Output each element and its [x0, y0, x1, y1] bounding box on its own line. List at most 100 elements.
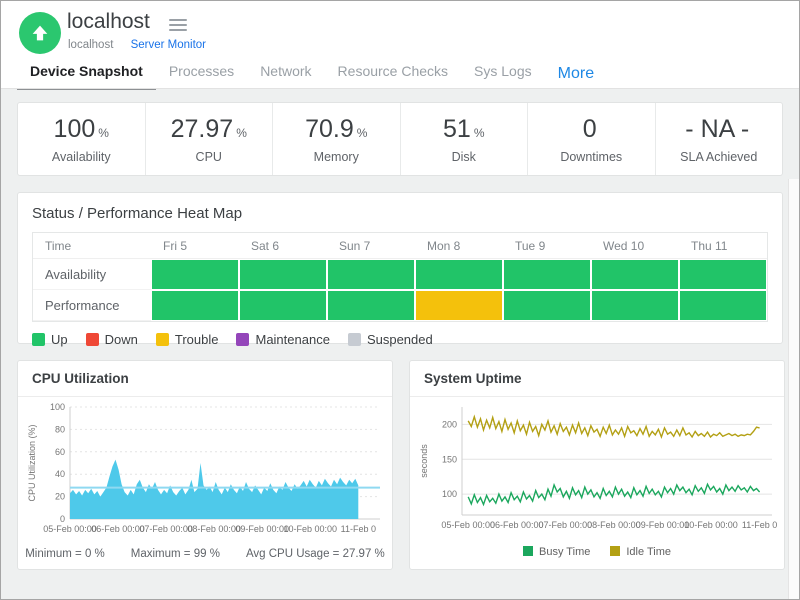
svg-text:60: 60: [55, 447, 65, 457]
svg-text:10-Feb 00:00: 10-Feb 00:00: [684, 520, 738, 530]
system-uptime-card: System Uptime 100 150 200 05-Feb 00:0006-Fe…: [409, 360, 785, 570]
heatmap-cell[interactable]: [503, 290, 591, 321]
heatmap-cell[interactable]: [239, 259, 327, 290]
tab-more[interactable]: More: [545, 59, 607, 93]
svg-text:150: 150: [442, 454, 457, 464]
svg-text:200: 200: [442, 419, 457, 429]
stat-value: 51: [443, 115, 471, 143]
legend-swatch-trouble: [156, 333, 169, 346]
svg-text:10-Feb 00:00: 10-Feb 00:00: [283, 524, 337, 534]
stat-memory: 70.9% Memory: [273, 103, 401, 175]
heatmap-col-header: Time: [33, 233, 151, 259]
breadcrumb: localhost Server Monitor: [68, 39, 206, 51]
heatmap-cell[interactable]: [151, 290, 239, 321]
heatmap-card: Status / Performance Heat Map Time Fri 5…: [17, 192, 783, 344]
heatmap-cell[interactable]: [239, 290, 327, 321]
page-title: localhost: [67, 10, 150, 34]
heatmap-cell[interactable]: [327, 259, 415, 290]
stat-label: Availability: [52, 150, 111, 164]
cpu-min-stat: Minimum = 0 %: [25, 548, 105, 560]
tab-bar: Device Snapshot Processes Network Resour…: [17, 59, 607, 93]
cpu-utilization-card: CPU Utilization 02040608010005-Feb 00:00…: [17, 360, 393, 570]
stat-downtimes: 0 Downtimes: [528, 103, 656, 175]
heatmap-cell[interactable]: [503, 259, 591, 290]
svg-text:100: 100: [50, 402, 65, 412]
stat-value: 70.9: [305, 115, 354, 143]
tab-resource-checks[interactable]: Resource Checks: [325, 59, 462, 89]
summary-stats-card: 100% Availability 27.97% CPU 70.9% Memor…: [17, 102, 783, 176]
stat-value: 27.97: [171, 115, 234, 143]
svg-text:0: 0: [60, 514, 65, 524]
legend-swatch-down: [86, 333, 99, 346]
legend-item-idle-time: Idle Time: [610, 546, 671, 558]
tab-processes[interactable]: Processes: [156, 59, 247, 89]
stat-availability: 100% Availability: [18, 103, 146, 175]
svg-text:20: 20: [55, 492, 65, 502]
vertical-scrollbar[interactable]: [788, 179, 799, 599]
legend-label: Up: [51, 332, 68, 347]
heatmap-cell[interactable]: [591, 290, 679, 321]
heatmap-cell[interactable]: [679, 290, 767, 321]
heatmap-title: Status / Performance Heat Map: [32, 205, 768, 222]
tab-network[interactable]: Network: [247, 59, 324, 89]
svg-text:11-Feb 0: 11-Feb 0: [341, 524, 376, 534]
svg-text:08-Feb 00:00: 08-Feb 00:00: [587, 520, 641, 530]
hamburger-menu-icon[interactable]: [169, 16, 187, 34]
stat-unit: %: [474, 126, 485, 140]
stat-sla: - NA - SLA Achieved: [656, 103, 783, 175]
legend-swatch-idle: [610, 546, 620, 556]
legend-item-down: Down: [86, 332, 138, 347]
stat-unit: %: [98, 126, 109, 140]
tab-device-snapshot[interactable]: Device Snapshot: [17, 59, 156, 92]
svg-text:07-Feb 00:00: 07-Feb 00:00: [539, 520, 593, 530]
legend-item-suspended: Suspended: [348, 332, 433, 347]
heatmap-table: Time Fri 5 Sat 6 Sun 7 Mon 8 Tue 9 Wed 1…: [32, 232, 768, 322]
legend-swatch-maintenance: [236, 333, 249, 346]
stat-disk: 51% Disk: [401, 103, 529, 175]
heatmap-cell[interactable]: [415, 290, 503, 321]
header: localhost localhost Server Monitor Devic…: [1, 1, 799, 89]
legend-item-up: Up: [32, 332, 68, 347]
heatmap-col-header: Sun 7: [327, 233, 415, 259]
stat-value: 100: [54, 115, 96, 143]
stat-label: Memory: [314, 150, 359, 164]
svg-text:09-Feb 00:00: 09-Feb 00:00: [636, 520, 690, 530]
stat-label: CPU: [196, 150, 222, 164]
tab-sys-logs[interactable]: Sys Logs: [461, 59, 545, 89]
legend-item-trouble: Trouble: [156, 332, 219, 347]
heatmap-col-header: Fri 5: [151, 233, 239, 259]
app-window: localhost localhost Server Monitor Devic…: [0, 0, 800, 600]
stat-label: Disk: [452, 150, 476, 164]
stat-value: 0: [583, 115, 597, 143]
svg-text:100: 100: [442, 489, 457, 499]
svg-text:07-Feb 00:00: 07-Feb 00:00: [139, 524, 193, 534]
heatmap-cell[interactable]: [327, 290, 415, 321]
svg-text:80: 80: [55, 424, 65, 434]
heatmap-col-header: Tue 9: [503, 233, 591, 259]
svg-text:05-Feb 00:00: 05-Feb 00:00: [441, 520, 495, 530]
heatmap-col-header: Mon 8: [415, 233, 503, 259]
uptime-chart-title: System Uptime: [410, 361, 784, 397]
uptime-chart[interactable]: 100 150 200 05-Feb 00:0006-Feb 00:0007-Feb …: [410, 397, 784, 542]
svg-text:CPU Utilization (%): CPU Utilization (%): [27, 424, 37, 501]
svg-text:06-Feb 00:00: 06-Feb 00:00: [490, 520, 544, 530]
server-monitor-link[interactable]: Server Monitor: [131, 39, 206, 51]
heatmap-legend: Up Down Trouble Maintenance Suspended: [32, 332, 768, 347]
content-area: 100% Availability 27.97% CPU 70.9% Memor…: [1, 90, 799, 599]
stat-unit: %: [236, 126, 247, 140]
heatmap-cell[interactable]: [591, 259, 679, 290]
heatmap-cell[interactable]: [415, 259, 503, 290]
legend-item-busy-time: Busy Time: [523, 546, 590, 558]
cpu-chart-stats: Minimum = 0 % Maximum = 99 % Avg CPU Usa…: [18, 548, 392, 560]
up-arrow-icon: [29, 22, 51, 44]
legend-swatch-up: [32, 333, 45, 346]
stat-label: SLA Achieved: [680, 150, 757, 164]
legend-swatch-suspended: [348, 333, 361, 346]
svg-text:08-Feb 00:00: 08-Feb 00:00: [187, 524, 241, 534]
cpu-chart[interactable]: 02040608010005-Feb 00:0006-Feb 00:0007-F…: [18, 397, 392, 546]
legend-label: Maintenance: [255, 332, 329, 347]
heatmap-cell[interactable]: [151, 259, 239, 290]
cpu-max-stat: Maximum = 99 %: [131, 548, 220, 560]
svg-text:09-Feb 00:00: 09-Feb 00:00: [235, 524, 289, 534]
heatmap-cell[interactable]: [679, 259, 767, 290]
